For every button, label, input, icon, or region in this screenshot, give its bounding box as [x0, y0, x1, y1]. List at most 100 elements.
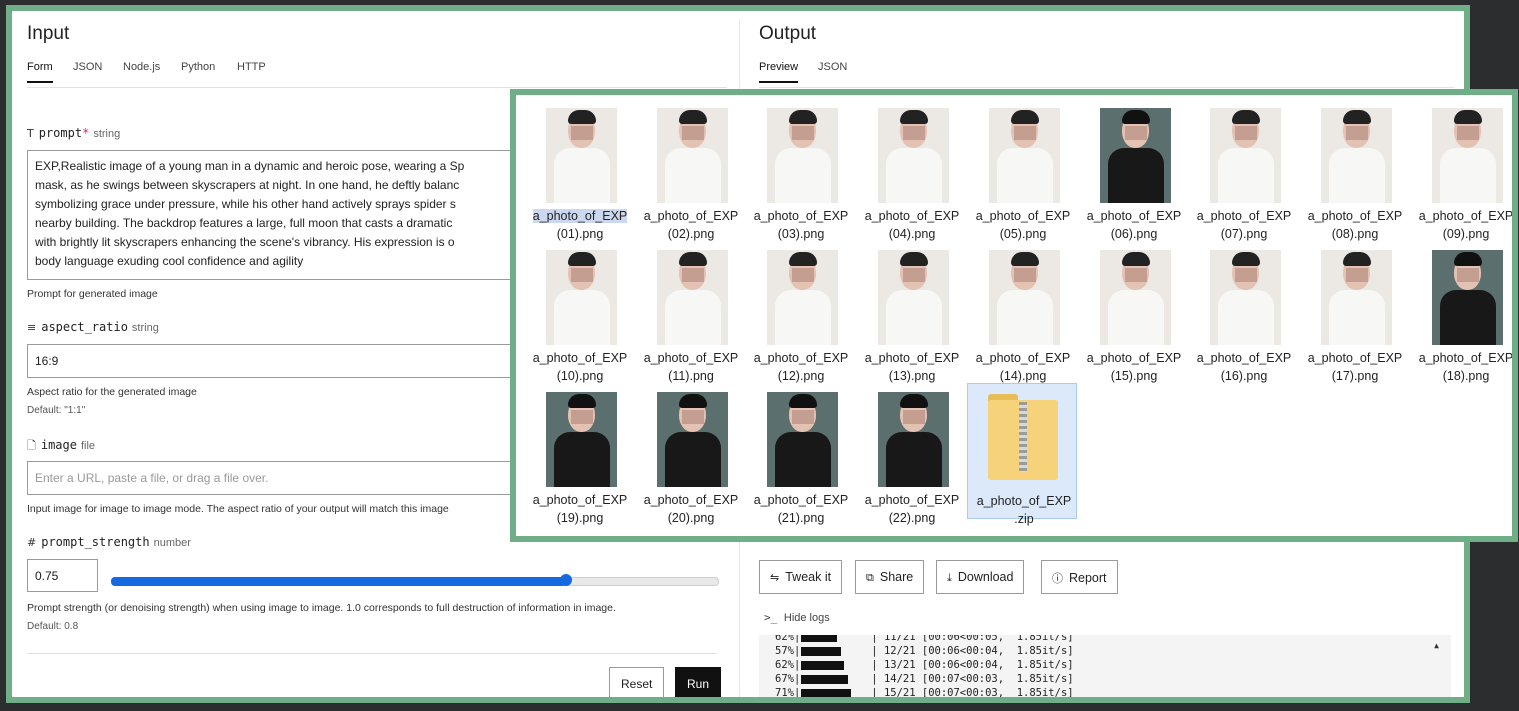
tab-http[interactable]: HTTP	[237, 61, 266, 81]
image-file-item[interactable]: a_photo_of_EXP (13).png	[856, 241, 966, 383]
file-name-base: a_photo_of_EXP	[1307, 209, 1403, 223]
image-thumbnail	[546, 108, 617, 203]
file-name: a_photo_of_EXP (15).png	[1078, 349, 1190, 385]
image-name: image	[40, 438, 77, 452]
log-progress-bar	[801, 688, 852, 697]
image-file-item[interactable]: a_photo_of_EXP (08).png	[1299, 99, 1409, 241]
image-thumbnail	[657, 392, 728, 487]
image-file-item[interactable]: a_photo_of_EXP (14).png	[967, 241, 1077, 383]
image-file-item[interactable]: a_photo_of_EXP (17).png	[1299, 241, 1409, 383]
log-progress-bar	[801, 646, 842, 656]
file-name-base: a_photo_of_EXP	[532, 493, 628, 507]
zip-file-item[interactable]: a_photo_of_EXP .zip	[967, 383, 1077, 526]
file-name-base: a_photo_of_EXP	[532, 209, 628, 223]
image-thumbnail	[1210, 250, 1281, 345]
log-line: 62%| | 11/21 [00:06<00:05, 1.85it/s]	[775, 635, 1074, 643]
file-name-base: a_photo_of_EXP	[975, 209, 1071, 223]
terminal-icon: >_	[764, 611, 784, 624]
zip-folder-icon	[988, 390, 1058, 480]
log-output[interactable]: ▲ 62%| | 11/21 [00:06<00:05, 1.85it/s] 57%…	[759, 635, 1451, 697]
reset-button[interactable]: Reset	[609, 667, 665, 697]
info-icon: ⓘ	[1052, 572, 1063, 585]
tab-preview[interactable]: Preview	[759, 61, 799, 83]
file-name: a_photo_of_EXP (17).png	[1299, 349, 1411, 385]
image-thumbnail	[1321, 250, 1392, 345]
prompt-strength-help: Prompt strength (or denoising strength) …	[27, 602, 616, 614]
image-file-item[interactable]: a_photo_of_EXP (15).png	[1078, 241, 1188, 383]
image-file-item[interactable]: a_photo_of_EXP (07).png	[1188, 99, 1298, 241]
file-name: a_photo_of_EXP (09).png	[1410, 207, 1514, 243]
prompt-strength-input[interactable]: 0.75	[27, 559, 98, 592]
file-name-base: a_photo_of_EXP	[1196, 351, 1292, 365]
prompt-strength-type: number	[153, 537, 191, 549]
image-file-item[interactable]: a_photo_of_EXP (01).png	[524, 99, 634, 241]
image-file-item[interactable]: a_photo_of_EXP (04).png	[856, 99, 966, 241]
image-file-item[interactable]: a_photo_of_EXP (10).png	[524, 241, 634, 383]
file-name: a_photo_of_EXP (14).png	[967, 349, 1079, 385]
file-name-base: a_photo_of_EXP	[1418, 209, 1514, 223]
file-name-suffix: (16).png	[1220, 369, 1268, 383]
file-name-suffix: (13).png	[888, 369, 936, 383]
image-thumbnail	[657, 108, 728, 203]
file-name: a_photo_of_EXP (21).png	[745, 491, 857, 527]
sliders-icon: ⇋	[770, 571, 780, 584]
file-name-base: a_photo_of_EXP	[864, 209, 960, 223]
file-name-suffix: (21).png	[777, 511, 825, 525]
file-name-suffix: (08).png	[1331, 227, 1379, 241]
hide-logs-toggle[interactable]: >_ Hide logs	[764, 611, 830, 624]
download-button[interactable]: ⤓ Download	[936, 560, 1025, 594]
image-file-item[interactable]: a_photo_of_EXP (22).png	[856, 383, 966, 525]
file-name: a_photo_of_EXP (05).png	[967, 207, 1079, 243]
image-thumbnail	[657, 250, 728, 345]
image-file-item[interactable]: a_photo_of_EXP (19).png	[524, 383, 634, 525]
image-thumbnail	[1432, 250, 1503, 345]
file-name-suffix: (17).png	[1331, 369, 1379, 383]
image-file-item[interactable]: a_photo_of_EXP (06).png	[1078, 99, 1188, 241]
file-name: a_photo_of_EXP (10).png	[524, 349, 636, 385]
file-explorer-window: a_photo_of_EXP (01).png a_photo_of_EXP (02)…	[510, 89, 1518, 542]
file-name-suffix: (04).png	[888, 227, 936, 241]
tab-output-json[interactable]: JSON	[818, 61, 847, 81]
aspect-ratio-label: ≡ aspect_ratio string	[27, 320, 159, 334]
form-divider	[27, 653, 717, 654]
report-button[interactable]: ⓘ Report	[1041, 560, 1118, 594]
file-name: a_photo_of_EXP (11).png	[635, 349, 747, 385]
image-file-item[interactable]: a_photo_of_EXP (18).png	[1410, 241, 1512, 383]
prompt-strength-name: prompt_strength	[41, 535, 150, 549]
file-name-suffix: (18).png	[1442, 369, 1490, 383]
scroll-up-icon[interactable]: ▲	[1434, 641, 1439, 650]
image-thumbnail	[878, 392, 949, 487]
image-file-item[interactable]: a_photo_of_EXP (02).png	[635, 99, 745, 241]
log-progress-bar	[801, 660, 845, 670]
file-name-suffix: (01).png	[556, 227, 604, 241]
tweak-it-button[interactable]: ⇋ Tweak it	[759, 560, 843, 594]
share-label: Share	[879, 570, 914, 584]
file-name: a_photo_of_EXP (19).png	[524, 491, 636, 527]
image-file-item[interactable]: a_photo_of_EXP (11).png	[635, 241, 745, 383]
share-button[interactable]: ⧉ Share	[855, 560, 925, 594]
output-title: Output	[759, 23, 817, 44]
image-file-item[interactable]: a_photo_of_EXP (12).png	[745, 241, 855, 383]
log-text: | 13/21 [00:06<00:04, 1.85it/s]	[871, 659, 1074, 671]
image-file-item[interactable]: a_photo_of_EXP (21).png	[745, 383, 855, 525]
image-file-item[interactable]: a_photo_of_EXP (16).png	[1188, 241, 1298, 383]
image-file-item[interactable]: a_photo_of_EXP (20).png	[635, 383, 745, 525]
hide-logs-label: Hide logs	[783, 612, 830, 624]
tab-json[interactable]: JSON	[73, 61, 102, 81]
image-help: Input image for image to image mode. The…	[27, 503, 449, 515]
prompt-strength-slider-thumb[interactable]	[560, 574, 572, 586]
prompt-name: prompt	[38, 126, 83, 140]
file-name-suffix: (11).png	[668, 369, 714, 383]
image-file-item[interactable]: a_photo_of_EXP (09).png	[1410, 99, 1512, 241]
image-thumbnail	[1432, 108, 1503, 203]
file-name-suffix: .zip	[1014, 512, 1034, 526]
image-file-item[interactable]: a_photo_of_EXP (03).png	[745, 99, 855, 241]
image-thumbnail	[1100, 250, 1171, 345]
tab-form[interactable]: Form	[27, 61, 53, 83]
image-file-item[interactable]: a_photo_of_EXP (05).png	[967, 99, 1077, 241]
tab-nodejs[interactable]: Node.js	[123, 61, 160, 81]
aspect-ratio-type: string	[131, 322, 159, 334]
file-name-base: a_photo_of_EXP	[643, 493, 739, 507]
tab-python[interactable]: Python	[181, 61, 215, 81]
run-button[interactable]: Run	[675, 667, 722, 697]
